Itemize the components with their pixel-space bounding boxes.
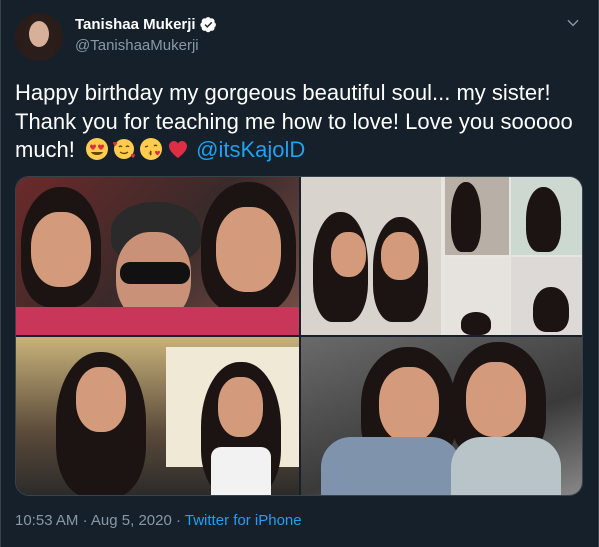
heart-eyes-emoji-icon — [86, 138, 109, 160]
mention-link[interactable]: @itsKajolD — [196, 137, 305, 162]
separator: · — [82, 512, 88, 529]
photo-shape — [379, 367, 439, 442]
tweet-source-link[interactable]: Twitter for iPhone — [185, 512, 302, 529]
photo-4[interactable] — [301, 337, 582, 495]
author-display-name[interactable]: Tanishaa Mukerji — [75, 16, 196, 33]
chevron-down-icon[interactable] — [566, 16, 580, 30]
photo-shape — [331, 232, 366, 277]
red-heart-emoji-icon — [169, 141, 188, 158]
photo-shape — [451, 182, 481, 252]
photo-2[interactable] — [301, 177, 582, 335]
tweet-card: Tanishaa Mukerji @TanishaaMukerji Happy … — [0, 0, 599, 547]
sunglasses-shape — [120, 262, 190, 284]
photo-1[interactable] — [16, 177, 299, 335]
photo-shape — [533, 287, 569, 332]
photo-shape — [526, 187, 561, 252]
photo-shape — [211, 447, 271, 495]
verified-badge-icon — [199, 17, 216, 33]
photo-shape — [16, 307, 299, 335]
tweet-metadata: 10:53 AM · Aug 5, 2020 · Twitter for iPh… — [15, 512, 302, 529]
author-name-row: Tanishaa Mukerji — [75, 16, 217, 33]
tweet-text: Happy birthday my gorgeous beautiful sou… — [15, 79, 585, 165]
photo-shape — [216, 207, 281, 292]
tweet-date[interactable]: Aug 5, 2020 — [91, 512, 172, 529]
face-blowing-kiss-emoji-icon — [140, 138, 163, 160]
photo-shape — [321, 437, 461, 495]
photo-shape — [381, 232, 419, 280]
photo-shape — [466, 362, 526, 437]
photo-shape — [31, 212, 91, 287]
photo-shape — [461, 312, 491, 335]
smiling-face-with-hearts-emoji-icon — [113, 139, 136, 159]
photo-3[interactable] — [16, 337, 299, 495]
avatar[interactable] — [15, 13, 63, 61]
photo-shape — [451, 437, 561, 495]
photo-shape — [76, 367, 126, 432]
emoji-group — [85, 137, 190, 161]
media-grid[interactable] — [15, 176, 583, 496]
tweet-time[interactable]: 10:53 AM — [15, 512, 78, 529]
photo-shape — [218, 377, 263, 437]
avatar-face — [29, 21, 49, 47]
author-handle[interactable]: @TanishaaMukerji — [75, 37, 199, 54]
separator: · — [175, 512, 181, 529]
